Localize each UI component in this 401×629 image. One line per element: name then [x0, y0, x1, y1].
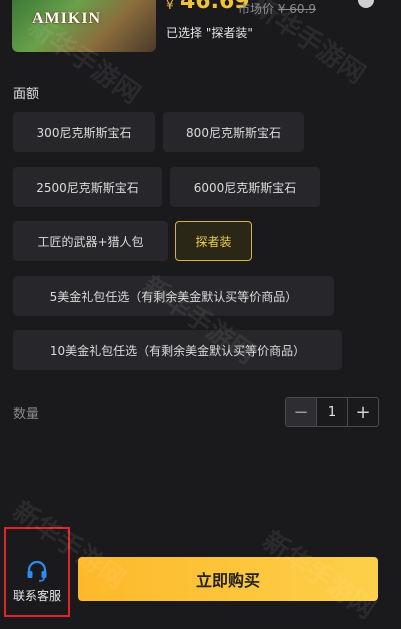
- product-thumbnail: AMIKIN: [12, 0, 156, 52]
- customer-service-button[interactable]: 联系客服: [4, 527, 70, 617]
- option-5usd-pack[interactable]: 5美金礼包任选（有剩余美金默认买等价商品）: [13, 276, 334, 316]
- game-logo: AMIKIN: [32, 10, 102, 27]
- option-6000-gems[interactable]: 6000尼克斯斯宝石: [170, 167, 320, 207]
- close-icon[interactable]: [358, 0, 374, 8]
- quantity-label: 数量: [13, 407, 40, 422]
- increment-button[interactable]: +: [348, 398, 378, 426]
- decrement-button[interactable]: −: [286, 398, 316, 426]
- quantity-value[interactable]: 1: [316, 398, 348, 426]
- market-price-label: 市场价: [238, 2, 275, 16]
- option-2500-gems[interactable]: 2500尼克斯斯宝石: [13, 167, 162, 207]
- selected-summary: 已选择 "探者装": [166, 26, 253, 40]
- price-currency: ¥: [166, 0, 174, 12]
- market-price: 市场价 ¥ 60.9: [238, 0, 316, 17]
- option-weapon-hunter-pack[interactable]: 工匠的武器+猎人包: [13, 221, 168, 261]
- denomination-label: 面额: [13, 87, 40, 102]
- buy-now-button[interactable]: 立即购买: [78, 557, 378, 601]
- market-price-value: ¥ 60.9: [277, 2, 317, 16]
- option-300-gems[interactable]: 300尼克斯斯宝石: [13, 112, 155, 152]
- option-10usd-pack[interactable]: 10美金礼包任选（有剩余美金默认买等价商品）: [13, 330, 342, 370]
- option-explorer-outfit[interactable]: 探者装: [175, 221, 252, 261]
- option-800-gems[interactable]: 800尼克斯斯宝石: [163, 112, 304, 152]
- customer-service-label: 联系客服: [12, 589, 61, 603]
- headset-icon: [27, 560, 47, 582]
- quantity-stepper: − 1 +: [285, 397, 379, 427]
